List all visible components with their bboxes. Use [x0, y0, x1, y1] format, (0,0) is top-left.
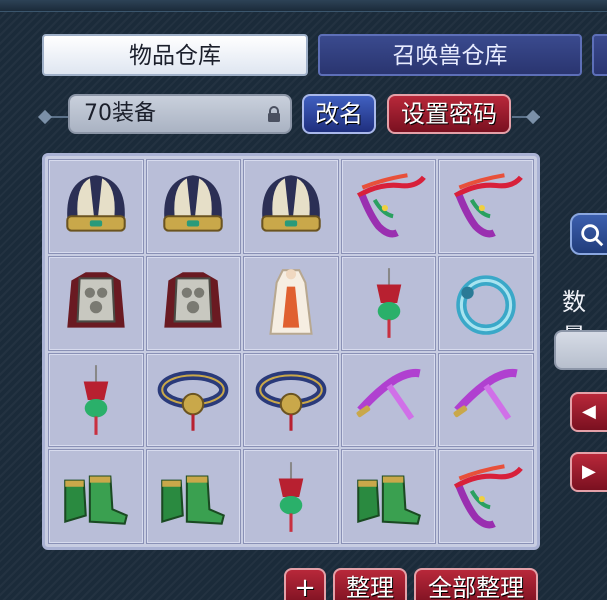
boots-icon — [64, 475, 128, 525]
helmet-icon — [163, 175, 224, 232]
warehouse-name-field[interactable]: 70装备 — [68, 94, 292, 134]
search-button[interactable] — [570, 213, 607, 255]
warehouse-name: 70装备 — [84, 101, 156, 126]
top-bar — [0, 0, 607, 12]
helmet-icon — [66, 175, 126, 232]
arrow-right-icon: ▶ — [582, 461, 596, 482]
tab-items-warehouse[interactable]: 物品仓库 — [42, 34, 308, 76]
rename-button[interactable]: 改名 — [302, 94, 376, 134]
inventory-slot[interactable] — [48, 255, 144, 351]
add-button[interactable]: + — [284, 568, 326, 600]
divider-dot-left — [37, 109, 53, 125]
inventory-slot[interactable] — [340, 352, 437, 448]
inventory-grid — [42, 153, 540, 550]
inventory-slot[interactable] — [340, 159, 437, 254]
jade-ring-icon — [456, 275, 516, 335]
belt-icon — [255, 370, 327, 431]
ribbon-weapon-icon — [356, 368, 421, 421]
divider-dot-right — [525, 109, 541, 125]
tassel-pendant-icon — [83, 365, 109, 435]
search-icon — [581, 224, 604, 247]
inventory-slot[interactable] — [243, 255, 339, 351]
boots-icon — [356, 475, 421, 525]
inventory-slot[interactable] — [438, 255, 534, 351]
tab-pet-warehouse[interactable]: 召唤兽仓库 — [318, 34, 582, 76]
inventory-slot[interactable] — [438, 159, 534, 254]
sort-button[interactable]: 整理 — [333, 568, 407, 600]
inventory-slot[interactable] — [48, 449, 144, 544]
armor-icon — [67, 272, 125, 328]
prev-button[interactable]: ◀ — [570, 392, 607, 432]
ribbon-weapon-icon — [453, 368, 518, 421]
quantity-input[interactable] — [554, 330, 607, 370]
sort-all-button[interactable]: 全部整理 — [414, 568, 538, 600]
inventory-slot[interactable] — [48, 159, 144, 254]
belt-icon — [158, 370, 229, 431]
inventory-slot[interactable] — [48, 352, 144, 448]
lock-icon — [268, 106, 280, 122]
arrow-left-icon: ◀ — [582, 401, 596, 422]
inventory-slot[interactable] — [438, 449, 534, 544]
inventory-slot[interactable] — [340, 255, 437, 351]
next-button[interactable]: ▶ — [570, 452, 607, 492]
boots-icon — [161, 475, 226, 525]
inventory-slot[interactable] — [145, 159, 242, 254]
inventory-slot[interactable] — [340, 449, 437, 544]
inventory-slot[interactable] — [243, 159, 339, 254]
tab-extra[interactable] — [592, 34, 607, 76]
tassel-pendant-icon — [376, 268, 401, 338]
inventory-slot[interactable] — [243, 352, 339, 448]
tassel-pendant-icon — [278, 461, 304, 532]
inventory-slot[interactable] — [145, 352, 242, 448]
phoenix-ornament-icon — [454, 463, 524, 529]
armor-icon — [164, 272, 223, 328]
inventory-slot[interactable] — [438, 352, 534, 448]
phoenix-ornament-icon — [454, 173, 524, 238]
inventory-slot[interactable] — [145, 255, 242, 351]
inventory-slot[interactable] — [243, 449, 339, 544]
helmet-icon — [261, 175, 321, 232]
set-password-button[interactable]: 设置密码 — [387, 94, 511, 134]
phoenix-ornament-icon — [356, 173, 426, 238]
robe-icon — [269, 269, 313, 335]
inventory-slot[interactable] — [145, 449, 242, 544]
